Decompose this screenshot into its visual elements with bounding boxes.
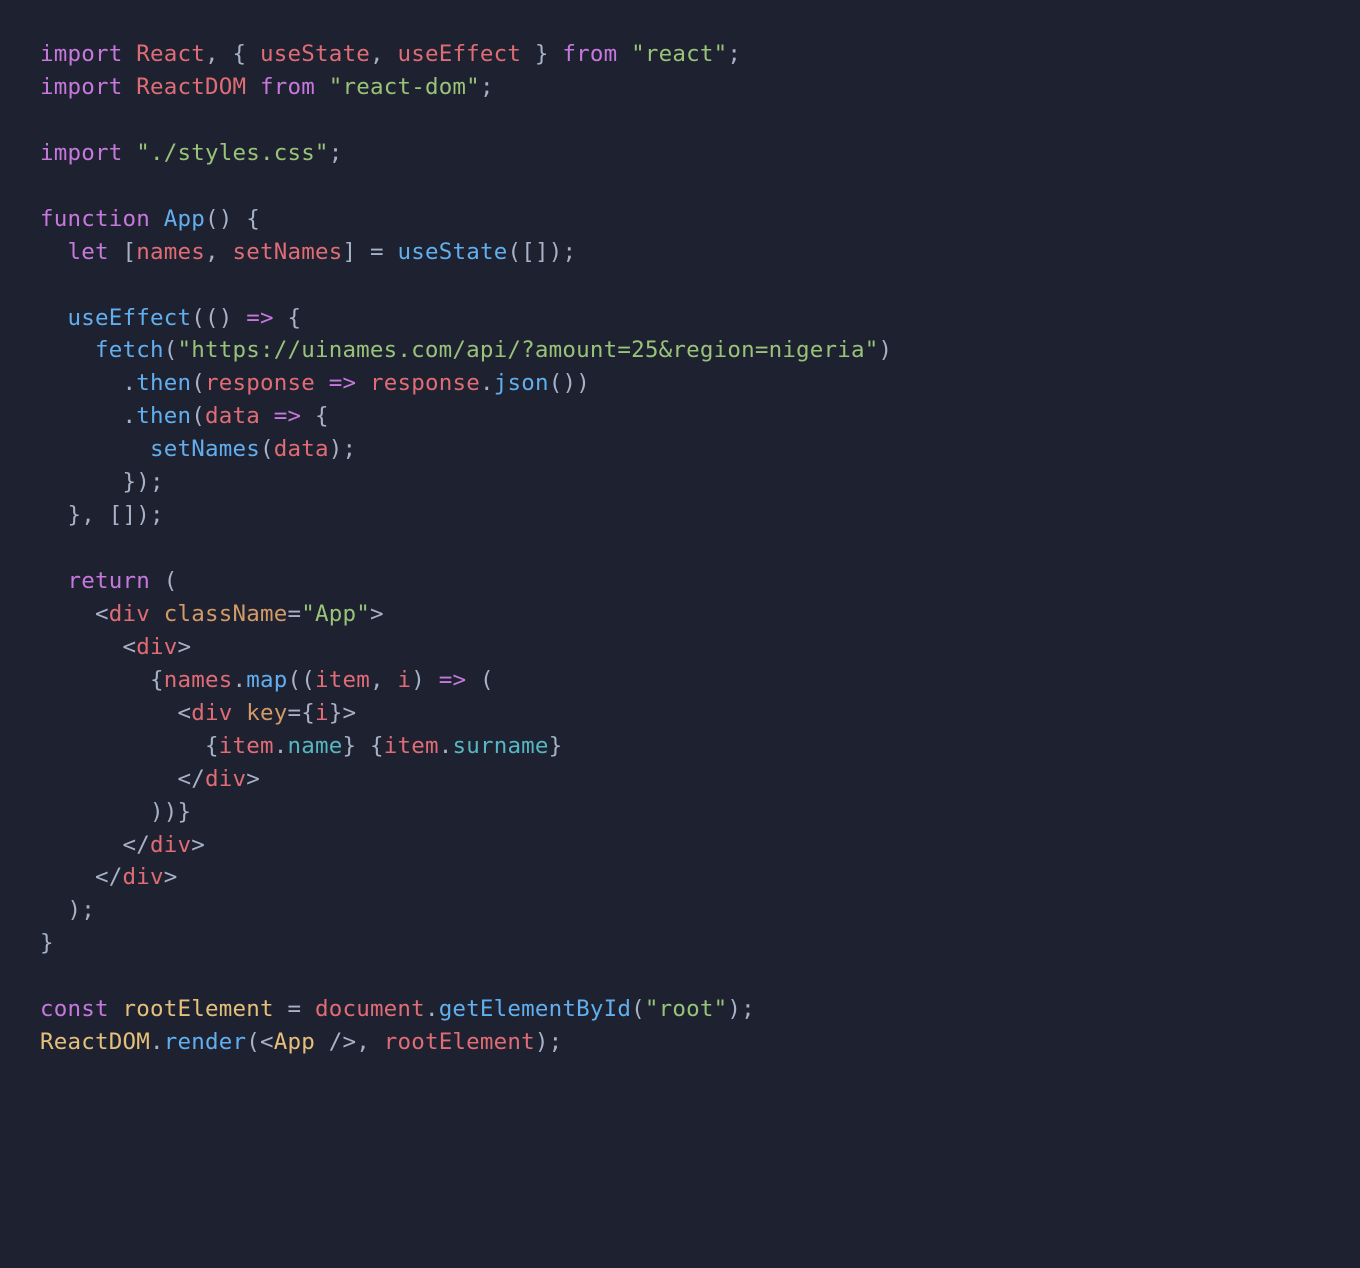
code-content: import React, { useState, useEffect } fr… xyxy=(40,41,892,1055)
code-block: import React, { useState, useEffect } fr… xyxy=(0,0,1360,1268)
